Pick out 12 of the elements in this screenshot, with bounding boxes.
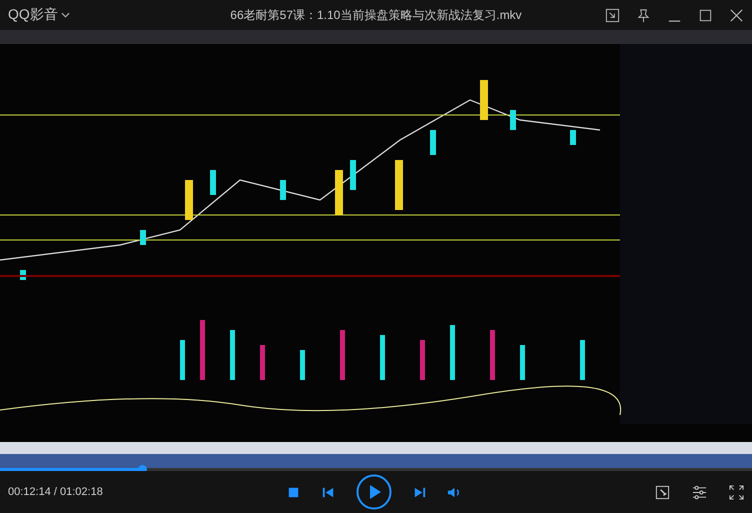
chevron-icon[interactable] — [60, 12, 70, 18]
settings-icon[interactable] — [692, 484, 707, 500]
mini-mode-icon[interactable] — [605, 8, 620, 22]
window-title: 66老耐第57课：1.10当前操盘策略与次新战法复习.mkv — [230, 6, 522, 24]
play-button[interactable] — [356, 474, 392, 510]
fullscreen-icon[interactable] — [729, 484, 744, 500]
pin-icon[interactable] — [636, 8, 651, 22]
toolbox-icon[interactable] — [655, 484, 670, 500]
close-icon[interactable] — [729, 8, 744, 22]
maximize-icon[interactable] — [698, 8, 713, 22]
time-display: 00:12:14 / 01:02:18 — [8, 486, 103, 498]
app-name[interactable]: QQ影音 — [8, 6, 58, 24]
